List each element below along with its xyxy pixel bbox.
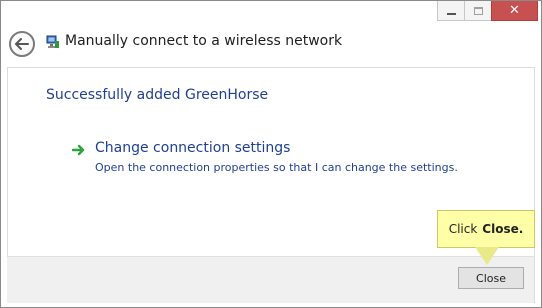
back-button[interactable] (9, 31, 35, 57)
minimize-icon (446, 12, 456, 15)
minimize-button[interactable] (437, 1, 464, 21)
change-connection-settings-link[interactable]: Change connection settings (95, 140, 290, 156)
close-icon: ✕ (509, 3, 520, 18)
window-title: Manually connect to a wireless network (65, 33, 343, 49)
caption-buttons: ✕ (437, 1, 538, 21)
maximize-icon (473, 6, 483, 15)
window-close-button[interactable]: ✕ (491, 1, 538, 21)
maximize-button[interactable] (464, 1, 491, 21)
tooltip-emphasis: Close. (482, 222, 524, 236)
dialog-footer (7, 256, 534, 303)
green-arrow-icon (72, 144, 85, 156)
change-connection-settings-description[interactable]: Open the connection properties so that I… (95, 161, 458, 174)
close-button[interactable]: Close (458, 267, 524, 289)
network-icon (46, 35, 59, 48)
tooltip-pointer (475, 247, 499, 265)
tooltip-prefix: Click (448, 222, 478, 236)
back-arrow-icon (15, 38, 29, 50)
instruction-tooltip: Click Close. (437, 210, 535, 248)
status-message: Successfully added GreenHorse (46, 87, 269, 103)
